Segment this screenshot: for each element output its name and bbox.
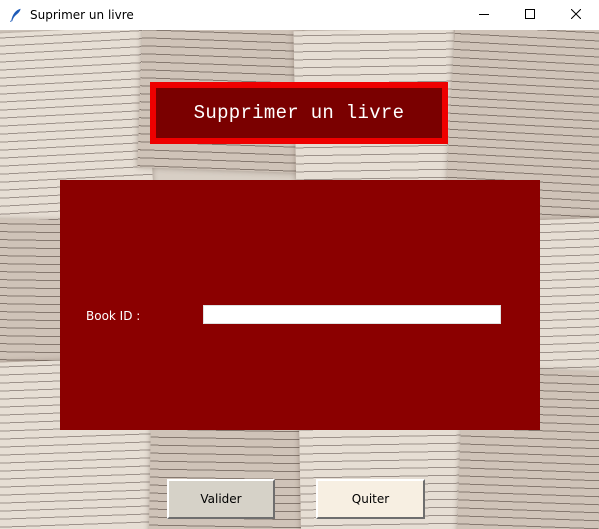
form-panel: Book ID :: [60, 180, 540, 430]
feather-icon: [8, 7, 24, 23]
minimize-icon: [479, 6, 489, 24]
submit-button[interactable]: Valider: [167, 479, 275, 519]
window-controls: [461, 0, 599, 30]
app-window: Suprimer un livre Supprimer un livre Boo…: [0, 0, 599, 529]
maximize-button[interactable]: [507, 0, 553, 30]
maximize-icon: [525, 6, 535, 24]
title-bar[interactable]: Suprimer un livre: [0, 0, 599, 30]
page-title: Supprimer un livre: [193, 102, 405, 124]
heading-inner: Supprimer un livre: [156, 88, 442, 138]
minimize-button[interactable]: [461, 0, 507, 30]
close-icon: [570, 6, 582, 24]
window-title: Suprimer un livre: [30, 8, 134, 22]
heading-box: Supprimer un livre: [150, 82, 448, 144]
book-id-input[interactable]: [203, 305, 501, 324]
quit-button[interactable]: Quiter: [316, 479, 425, 519]
close-button[interactable]: [553, 0, 599, 30]
book-id-label: Book ID :: [86, 309, 141, 323]
